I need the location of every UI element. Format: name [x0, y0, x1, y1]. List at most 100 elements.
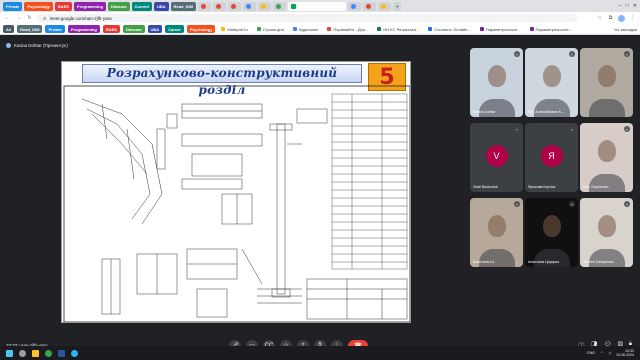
bookmark-item[interactable]: Параметричносте... [527, 25, 576, 33]
bookmark-label: All [6, 26, 12, 32]
bookmark-item[interactable]: Dhasma [122, 25, 145, 33]
bookmark-label: Psychology [189, 26, 213, 32]
participant-tile[interactable]: ⌁ Karina Dohtar [470, 48, 523, 117]
tab-group-current[interactable]: Current [131, 1, 152, 11]
bookmark-item[interactable]: Career [165, 25, 184, 33]
bookmark-favicon-icon [428, 27, 433, 31]
volume-icon[interactable]: ◁ [608, 351, 611, 355]
mic-muted-icon: ⌁ [514, 126, 520, 132]
tab-group-private[interactable]: Private [3, 1, 23, 11]
participant-tile[interactable]: ⌁ Ігор Анатолійович К... [525, 48, 578, 117]
participant-video [597, 64, 616, 87]
tab[interactable] [272, 1, 286, 11]
bookmark-label: НН КС Рятувальн... [383, 26, 420, 32]
bookmark-item[interactable]: Строки дня [254, 25, 287, 33]
bookmark-star-icon[interactable]: ☆ [596, 15, 603, 22]
bookmark-favicon-icon [327, 27, 332, 31]
url-text: meet.google.com/nan-zjfb-yasc [49, 15, 113, 21]
tab[interactable] [212, 1, 226, 11]
bookmark-label: Coursera: Онлайн... [434, 26, 471, 32]
bookmark-item[interactable]: RAES [102, 25, 120, 33]
bookmark-item[interactable]: Programming [67, 25, 100, 33]
participant-video [597, 139, 616, 162]
participant-name: Ігор Анатолійович К... [528, 110, 564, 114]
all-bookmarks-link[interactable]: Усі закладки [614, 27, 637, 32]
file-explorer-icon[interactable] [32, 349, 39, 357]
tab[interactable] [227, 1, 241, 11]
bookmark-label: RAES [105, 26, 117, 32]
participant-video [542, 214, 561, 237]
tab[interactable] [347, 1, 361, 11]
bookmark-label: Mathprof.ru [227, 26, 248, 32]
address-bar: ← → ↻ ⚙ meet.google.com/nan-zjfb-yasc ☆ … [0, 12, 640, 24]
language-indicator[interactable]: ENG [587, 351, 595, 355]
bookmark-favicon-icon [292, 27, 297, 31]
tab[interactable] [362, 1, 376, 11]
bookmark-item[interactable]: All [3, 25, 15, 33]
participant-tile[interactable]: ⌁ Анастасія Ш... [470, 198, 523, 267]
bookmark-item[interactable]: Read_DIM [17, 25, 43, 33]
bookmark-item[interactable]: Mathprof.ru [218, 25, 250, 33]
participant-name: Анастасія Ціцюрка [528, 260, 560, 264]
shared-slide: Розрахунково-конструктивний розділ 5 [61, 61, 411, 323]
participant-name: Yevhen Denysenko [583, 260, 614, 264]
system-clock[interactable]: 10:33 19.06.2024 [616, 349, 634, 358]
bookmark-item[interactable]: Psychology [186, 25, 216, 33]
telegram-icon[interactable] [71, 349, 78, 357]
participant-tile[interactable]: ⌁ Alex Tkachenko [580, 123, 633, 192]
participant-video [478, 99, 515, 117]
participant-video [542, 64, 561, 87]
maximize-icon[interactable]: □ [626, 3, 629, 9]
menu-icon[interactable]: ⋮ [629, 15, 636, 22]
participant-tile[interactable]: Я ⌁ Ярослав Кортюк [525, 123, 578, 192]
site-info-icon[interactable]: ⚙ [43, 16, 47, 21]
tab[interactable] [242, 1, 256, 11]
bookmark-label: Строки дня [262, 26, 284, 32]
bookmark-item[interactable]: Private [45, 25, 65, 33]
tab-group-dhasma[interactable]: Dhasma [107, 1, 130, 11]
bookmark-favicon-icon [479, 27, 484, 31]
tab[interactable] [257, 1, 271, 11]
start-icon[interactable] [6, 349, 13, 357]
tab[interactable] [377, 1, 391, 11]
wifi-icon[interactable]: ◠ [600, 351, 603, 355]
bookmark-label: Career [168, 26, 181, 32]
tab[interactable] [197, 1, 211, 11]
participant-tile[interactable]: ⌁ Yevhen Denysenko [580, 198, 633, 267]
bookmark-label: UBA [150, 26, 160, 32]
word-icon[interactable] [58, 349, 65, 357]
minimize-icon[interactable]: – [619, 3, 622, 9]
tab-group-read-dim[interactable]: Read_DIM [170, 1, 196, 11]
bookmark-favicon-icon [529, 27, 534, 31]
tab-group-uba[interactable]: UBA [153, 1, 169, 11]
participant-tile[interactable]: ⌁ [580, 48, 633, 117]
bookmark-label: Read_DIM [20, 26, 40, 32]
bookmark-item[interactable]: Параметричносе... [477, 25, 524, 33]
new-tab-button[interactable]: + [392, 1, 402, 11]
profile-avatar[interactable] [618, 14, 625, 22]
forward-icon[interactable]: → [15, 15, 22, 22]
bookmark-item[interactable]: Порівняйте - Дер... [324, 25, 371, 33]
url-input[interactable]: ⚙ meet.google.com/nan-zjfb-yasc [37, 14, 577, 22]
bookmark-label: Кудинопис [298, 26, 319, 32]
tab-active-meet[interactable] [287, 1, 346, 11]
back-icon[interactable]: ← [4, 15, 11, 22]
chrome-icon[interactable] [45, 349, 52, 357]
tab-group-raes[interactable]: RAES [54, 1, 72, 11]
participant-video [478, 249, 515, 267]
tab-group-psychology[interactable]: Psychology [24, 1, 53, 11]
bookmark-item[interactable]: Coursera: Онлайн... [425, 25, 473, 33]
tab-group-programming[interactable]: Programming [73, 1, 106, 11]
bookmarks-bar: All Read_DIM Private Programming RAES Dhasma U… [0, 24, 640, 35]
bookmark-item[interactable]: НН КС Рятувальн... [374, 25, 422, 33]
reload-icon[interactable]: ↻ [26, 15, 33, 22]
extensions-icon[interactable]: ⧉ [607, 15, 614, 22]
participant-tile[interactable]: ⌁ Анастасія Ціцюрка [525, 198, 578, 267]
bookmark-item[interactable]: UBA [147, 25, 163, 33]
participant-tile[interactable]: V ⌁ Vladi Bochchuk [470, 123, 523, 192]
bookmark-label: Dhasma [125, 26, 142, 32]
clock-date: 19.06.2024 [616, 353, 634, 357]
close-icon[interactable]: ✕ [633, 3, 637, 9]
bookmark-item[interactable]: Кудинопис [290, 25, 322, 33]
search-icon[interactable] [19, 349, 26, 357]
